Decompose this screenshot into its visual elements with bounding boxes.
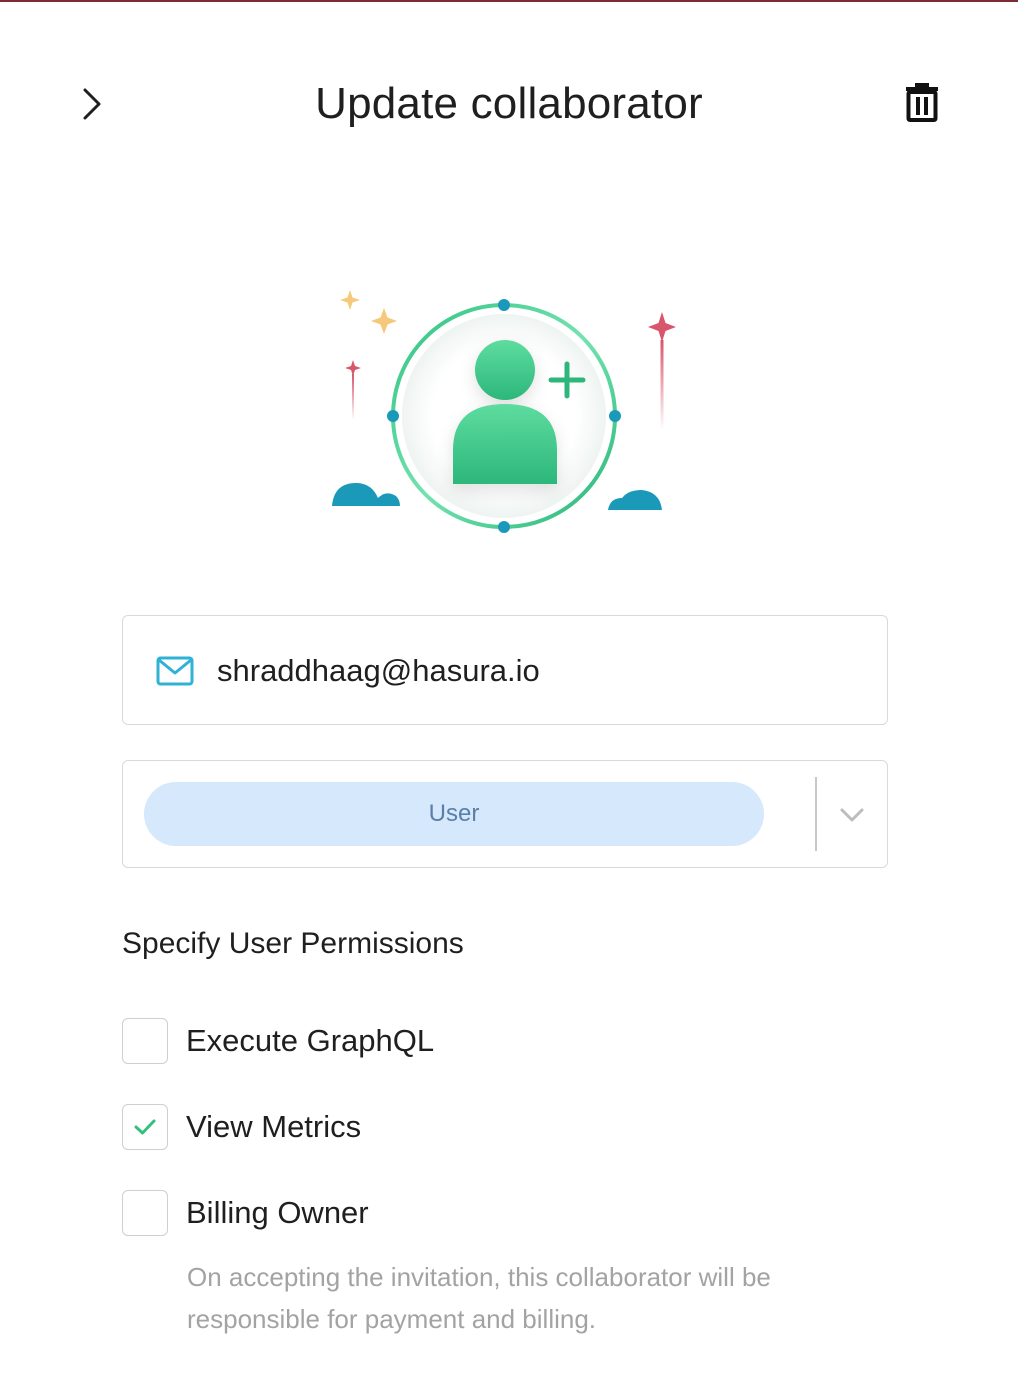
permission-label: Execute GraphQL: [186, 1023, 435, 1058]
permission-view-metrics[interactable]: View Metrics: [122, 1103, 361, 1151]
delete-button[interactable]: [900, 80, 944, 124]
permission-execute-graphql[interactable]: Execute GraphQL: [122, 1017, 434, 1065]
execute-graphql-checkbox[interactable]: [122, 1018, 168, 1064]
sparkle-icon: [648, 312, 676, 430]
chevron-down-icon[interactable]: [837, 801, 867, 829]
permission-label: Billing Owner: [186, 1195, 369, 1230]
checkmark-icon: [134, 1119, 156, 1135]
top-border: [0, 0, 1018, 2]
mail-icon: [156, 656, 194, 686]
add-collaborator-illustration: [320, 280, 690, 540]
page-title: Update collaborator: [315, 79, 703, 128]
select-divider: [815, 777, 817, 851]
sparkle-icon: [340, 290, 397, 420]
permission-billing-owner[interactable]: Billing Owner: [122, 1189, 369, 1237]
email-field[interactable]: [122, 615, 888, 725]
role-selected-value: User: [144, 782, 764, 846]
billing-owner-checkbox[interactable]: [122, 1190, 168, 1236]
view-metrics-checkbox[interactable]: [122, 1104, 168, 1150]
email-input[interactable]: [217, 644, 857, 698]
role-select[interactable]: User: [122, 760, 888, 868]
permission-label: View Metrics: [186, 1109, 362, 1144]
permissions-heading: Specify User Permissions: [122, 927, 464, 960]
trash-icon: [906, 83, 938, 122]
billing-owner-note: On accepting the invitation, this collab…: [187, 1262, 771, 1334]
